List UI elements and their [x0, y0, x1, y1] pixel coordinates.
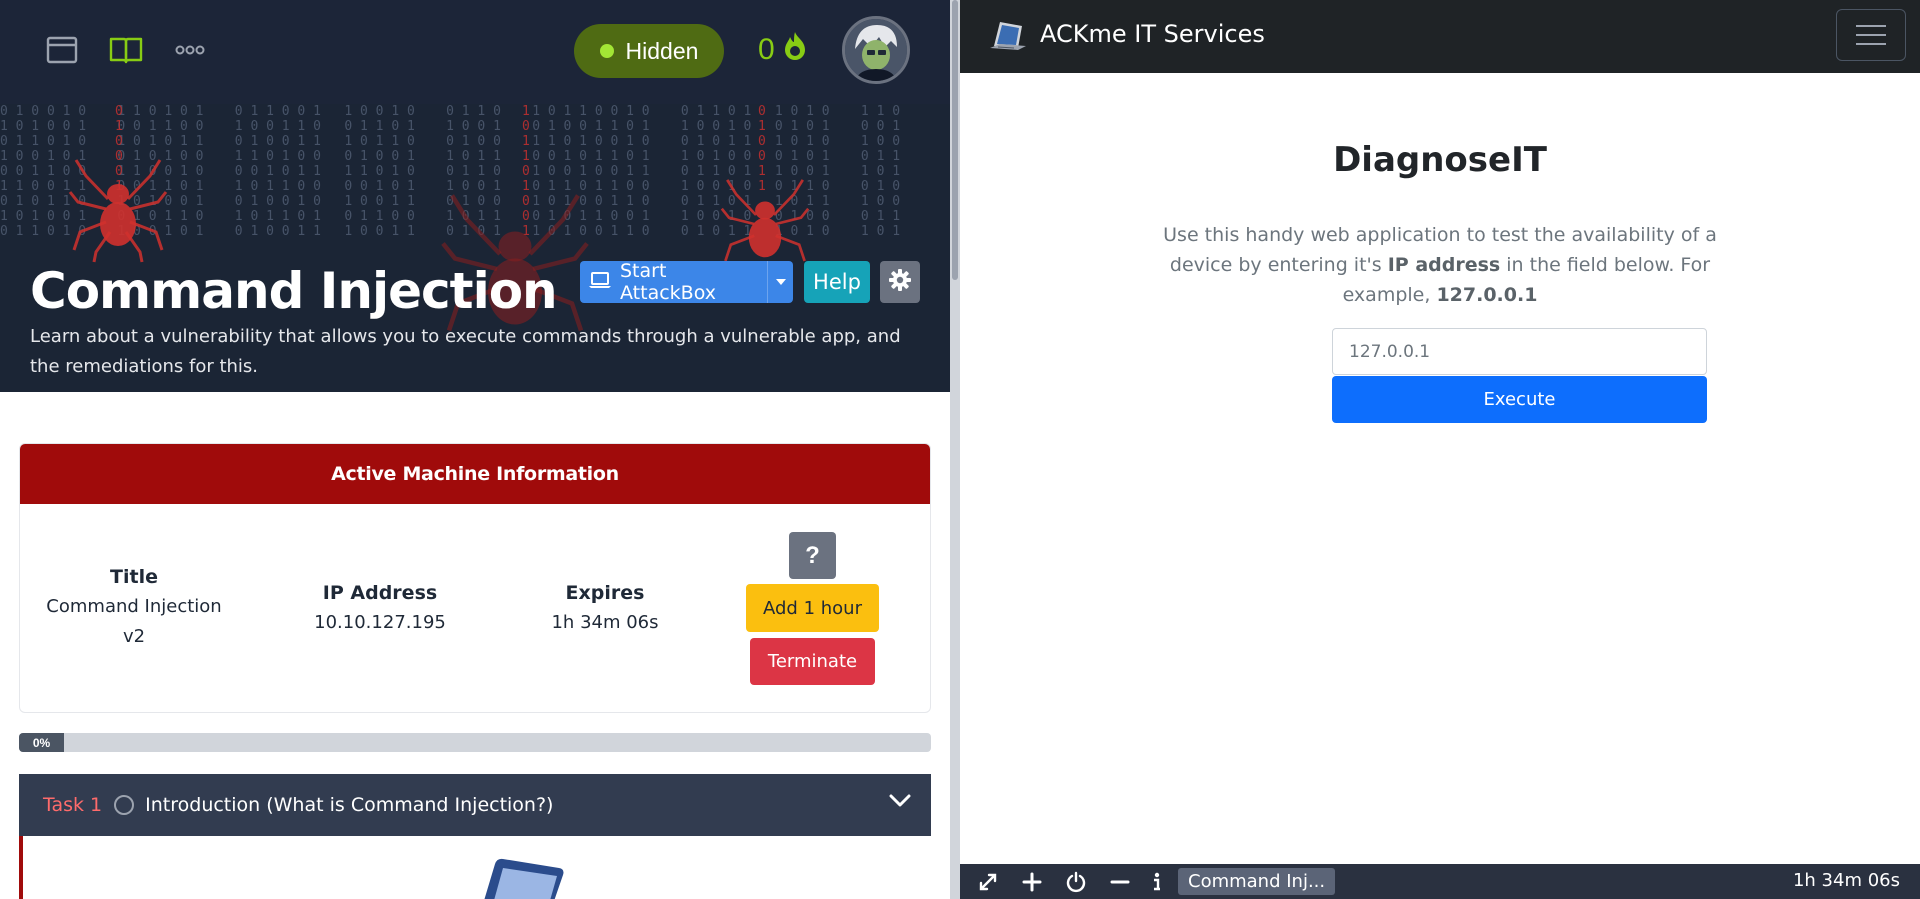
- spider-decoration: [68, 159, 168, 263]
- vm-session-tab[interactable]: Command Inj...: [1178, 868, 1336, 895]
- ackme-navbar: ACKme IT Services: [960, 0, 1920, 73]
- machine-expires-field: Expires 1h 34m 06s: [485, 578, 725, 638]
- diagnoseit-description: Use this handy web application to test t…: [1163, 224, 1717, 306]
- status-label: Hidden: [625, 37, 699, 64]
- top-navbar: Hidden 0: [0, 0, 950, 104]
- execute-button[interactable]: Execute: [1332, 376, 1707, 423]
- gear-icon: [888, 268, 912, 297]
- status-dot: [599, 44, 614, 58]
- diagnoseit-heading: DiagnoseIT: [1333, 140, 1547, 180]
- machine-ip-field: IP Address 10.10.127.195: [260, 578, 500, 638]
- room-banner: 0 1 0 0 1 0 1 1 0 1 0 1 0 1 1 0 0 1 1 0 …: [0, 104, 950, 392]
- settings-button[interactable]: [880, 261, 920, 303]
- user-avatar[interactable]: [842, 16, 910, 84]
- machine-ip-value[interactable]: 10.10.127.195: [260, 608, 500, 638]
- power-icon[interactable]: [1054, 864, 1098, 899]
- machine-title-value-line1: Command Injection: [46, 596, 222, 617]
- room-title: Command Injection: [30, 262, 558, 320]
- ip-address-input[interactable]: [1332, 328, 1707, 375]
- scrollbar-thumb[interactable]: [952, 0, 958, 280]
- dropdown-caret-icon[interactable]: [767, 261, 793, 303]
- add-hour-button[interactable]: Add 1 hour: [746, 584, 879, 632]
- pane-splitter[interactable]: [950, 0, 960, 899]
- book-icon[interactable]: [106, 30, 146, 70]
- active-machine-header: Active Machine Information: [20, 444, 930, 504]
- machine-title-field: Title Command Injection v2: [30, 562, 238, 652]
- chevron-down-icon[interactable]: [889, 794, 911, 813]
- fire-icon: [781, 30, 809, 70]
- laptop-illustration: [484, 858, 564, 899]
- vm-control-bar: Command Inj... 1h 34m 06s: [960, 864, 1920, 899]
- more-icon[interactable]: [170, 30, 210, 70]
- room-description: Learn about a vulnerability that allows …: [30, 326, 901, 377]
- task-1-body: [19, 836, 931, 899]
- hamburger-icon: [1856, 25, 1886, 27]
- spider-decoration: [720, 179, 810, 262]
- task-1-header[interactable]: Task 1 Introduction (What is Command Inj…: [19, 774, 931, 836]
- room-progress-fill: 0%: [19, 733, 64, 752]
- machine-expires-label: Expires: [565, 582, 645, 604]
- fullscreen-icon[interactable]: [966, 864, 1010, 899]
- target-webapp-pane: ACKme IT Services DiagnoseIT Use this ha…: [960, 0, 1920, 899]
- terminate-button[interactable]: Terminate: [750, 638, 875, 685]
- tryhackme-pane: Hidden 0 0 1 0 0 1 0 1 1 0 1 0 1 0 1 1 0…: [0, 0, 950, 899]
- minus-icon[interactable]: [1098, 864, 1142, 899]
- streak-counter[interactable]: 0: [758, 30, 809, 70]
- machine-title-label: Title: [110, 566, 158, 588]
- plus-icon[interactable]: [1010, 864, 1054, 899]
- ackme-brand[interactable]: ACKme IT Services: [1040, 20, 1265, 48]
- laptop-icon: [588, 271, 612, 294]
- task-status-circle-icon: [114, 795, 135, 815]
- machine-ip-label: IP Address: [322, 582, 438, 604]
- laptop-logo-icon[interactable]: [988, 16, 1028, 56]
- machine-expires-value: 1h 34m 06s: [551, 612, 659, 633]
- machine-help-button[interactable]: ?: [789, 532, 836, 579]
- window-icon[interactable]: [42, 30, 82, 70]
- streak-count: 0: [758, 33, 775, 66]
- info-icon[interactable]: [1142, 864, 1172, 899]
- task-number: Task 1: [43, 794, 103, 816]
- task-title: Introduction (What is Command Injection?…: [145, 794, 554, 816]
- start-attackbox-label: Start AttackBox: [620, 260, 716, 304]
- help-button[interactable]: Help: [804, 261, 870, 303]
- active-machine-card: Active Machine Information Title Command…: [19, 443, 931, 713]
- navbar-toggler-button[interactable]: [1836, 9, 1906, 61]
- vm-timer: 1h 34m 06s: [1792, 870, 1900, 891]
- room-progress-bar: 0%: [19, 733, 931, 752]
- visibility-status-button[interactable]: Hidden: [574, 24, 724, 78]
- machine-title-value-line2: v2: [122, 626, 146, 647]
- start-attackbox-button[interactable]: Start AttackBox: [580, 260, 793, 304]
